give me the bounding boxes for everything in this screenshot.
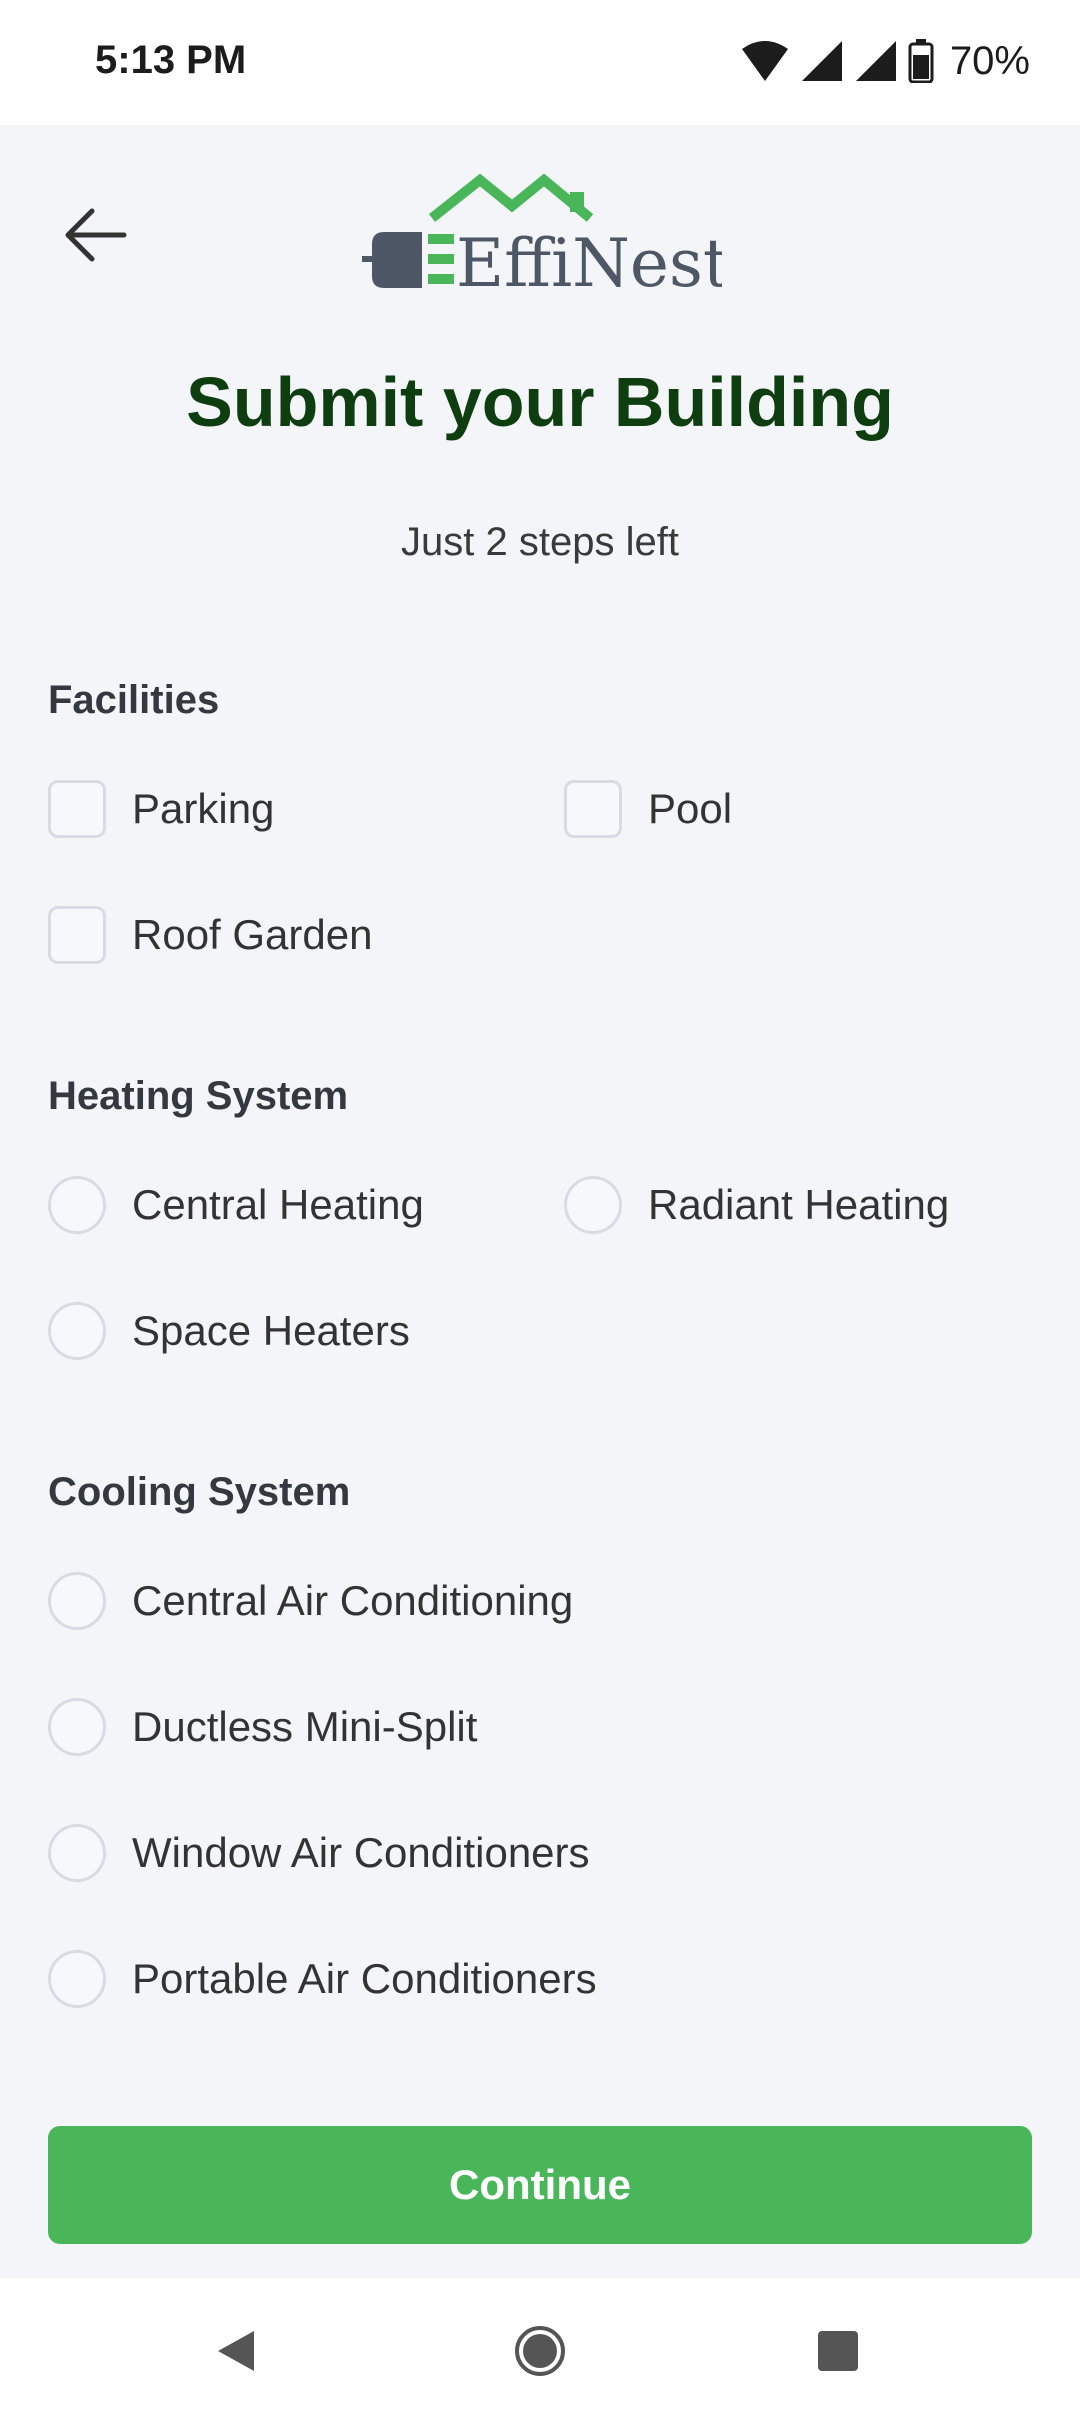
- back-button[interactable]: [55, 195, 135, 275]
- continue-button[interactable]: Continue: [48, 2126, 1032, 2244]
- wifi-icon: [741, 41, 788, 81]
- battery-icon: [908, 39, 934, 83]
- nav-back-icon: [218, 2331, 254, 2371]
- radio-circle[interactable]: [48, 1572, 106, 1630]
- battery-percent: 70%: [949, 38, 1030, 83]
- checkbox-box[interactable]: [48, 780, 106, 838]
- page-title: Submit your Building: [186, 363, 894, 441]
- heating-central-radio[interactable]: Central Heating: [48, 1170, 424, 1240]
- radio-circle[interactable]: [48, 1824, 106, 1882]
- nav-recents-button[interactable]: [798, 2311, 878, 2391]
- facility-parking-label: Parking: [132, 785, 275, 832]
- signal-icon: [855, 41, 896, 81]
- cooling-central-ac-radio[interactable]: Central Air Conditioning: [48, 1566, 573, 1636]
- heating-central-label: Central Heating: [132, 1181, 424, 1228]
- cooling-window-ac-radio[interactable]: Window Air Conditioners: [48, 1818, 590, 1888]
- radio-circle[interactable]: [564, 1176, 622, 1234]
- system-nav-bar: [0, 2278, 1080, 2424]
- heating-radiant-radio[interactable]: Radiant Heating: [564, 1170, 949, 1240]
- facility-pool-checkbox[interactable]: Pool: [564, 774, 732, 844]
- facilities-section-title: Facilities: [48, 678, 220, 722]
- status-time: 5:13 PM: [95, 38, 247, 82]
- nav-home-icon: [515, 2326, 565, 2376]
- radio-circle[interactable]: [48, 1302, 106, 1360]
- checkbox-box[interactable]: [564, 780, 622, 838]
- logo-text: EffiNest: [456, 225, 722, 300]
- status-bar: 5:13 PM 70%: [0, 0, 1080, 125]
- cooling-ductless-label: Ductless Mini-Split: [132, 1703, 478, 1750]
- cooling-section-title: Cooling System: [48, 1470, 351, 1514]
- status-icons: 70%: [740, 36, 1030, 86]
- page-subtitle: Just 2 steps left: [401, 520, 679, 564]
- cooling-portable-ac-radio[interactable]: Portable Air Conditioners: [48, 1944, 597, 2014]
- heating-radiant-label: Radiant Heating: [648, 1181, 950, 1228]
- cooling-central-ac-label: Central Air Conditioning: [132, 1577, 574, 1624]
- cooling-portable-ac-label: Portable Air Conditioners: [132, 1955, 597, 2002]
- nav-recents-icon: [818, 2331, 858, 2371]
- cooling-ductless-radio[interactable]: Ductless Mini-Split: [48, 1692, 477, 1762]
- effinest-logo: EffiNest: [362, 170, 729, 302]
- radio-circle[interactable]: [48, 1176, 106, 1234]
- facility-parking-checkbox[interactable]: Parking: [48, 774, 274, 844]
- heating-space-heaters-label: Space Heaters: [132, 1307, 410, 1354]
- heating-section-title: Heating System: [48, 1074, 349, 1118]
- nav-back-button[interactable]: [196, 2311, 276, 2391]
- back-arrow-icon: [65, 208, 127, 262]
- facility-pool-label: Pool: [648, 785, 733, 832]
- heating-space-heaters-radio[interactable]: Space Heaters: [48, 1296, 410, 1366]
- facility-roof-garden-checkbox[interactable]: Roof Garden: [48, 900, 372, 970]
- checkbox-box[interactable]: [48, 906, 106, 964]
- radio-circle[interactable]: [48, 1950, 106, 2008]
- nav-home-button[interactable]: [500, 2311, 580, 2391]
- signal-icon: [801, 41, 842, 81]
- facility-roof-garden-label: Roof Garden: [132, 911, 373, 958]
- cooling-window-ac-label: Window Air Conditioners: [132, 1829, 590, 1876]
- radio-circle[interactable]: [48, 1698, 106, 1756]
